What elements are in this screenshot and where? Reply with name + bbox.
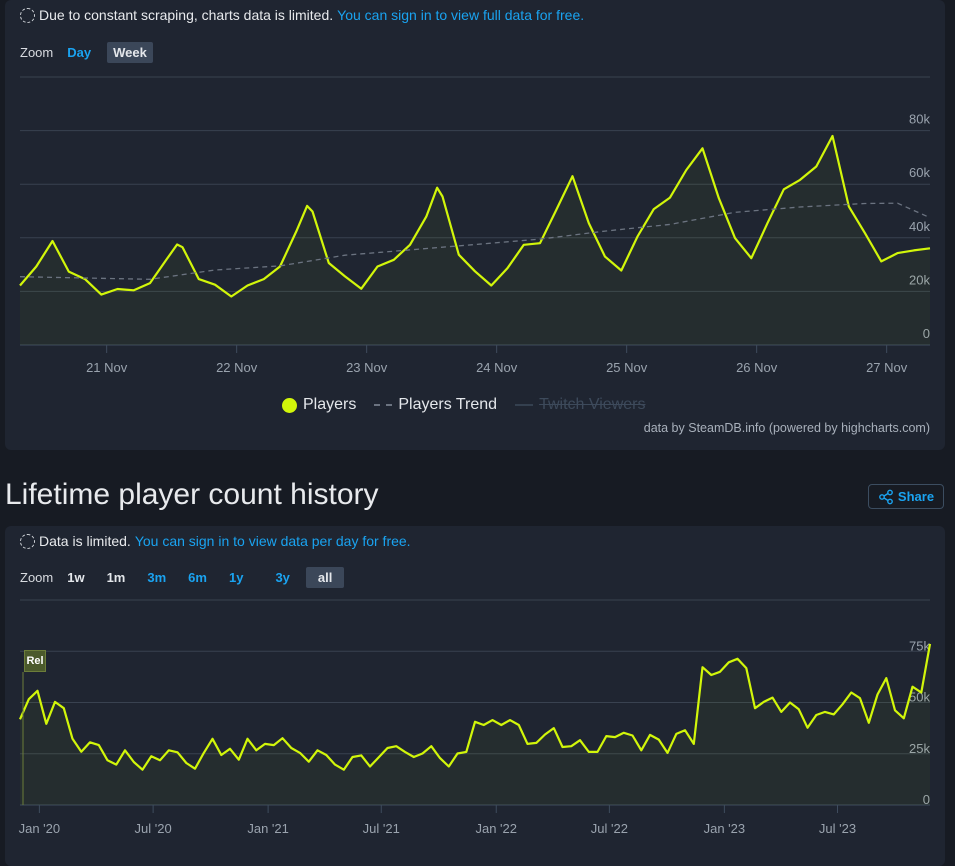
x-tick-label: Jul '23 bbox=[819, 821, 856, 836]
x-tick-label: Jul '22 bbox=[591, 821, 628, 836]
lifetime-players-chart[interactable]: 025k50k75kJan '20Jul '20Jan '21Jul '21Ja… bbox=[0, 0, 955, 858]
x-tick-label: Jan '23 bbox=[704, 821, 746, 836]
x-tick-label: Jul '20 bbox=[135, 821, 172, 836]
y-tick-label: 75k bbox=[909, 638, 930, 653]
release-flag-label: Rel bbox=[26, 655, 44, 667]
x-tick-label: Jan '21 bbox=[247, 821, 289, 836]
release-flag[interactable]: Rel bbox=[24, 650, 46, 672]
x-tick-label: Jul '21 bbox=[363, 821, 400, 836]
x-tick-label: Jan '20 bbox=[19, 821, 61, 836]
x-tick-label: Jan '22 bbox=[475, 821, 517, 836]
